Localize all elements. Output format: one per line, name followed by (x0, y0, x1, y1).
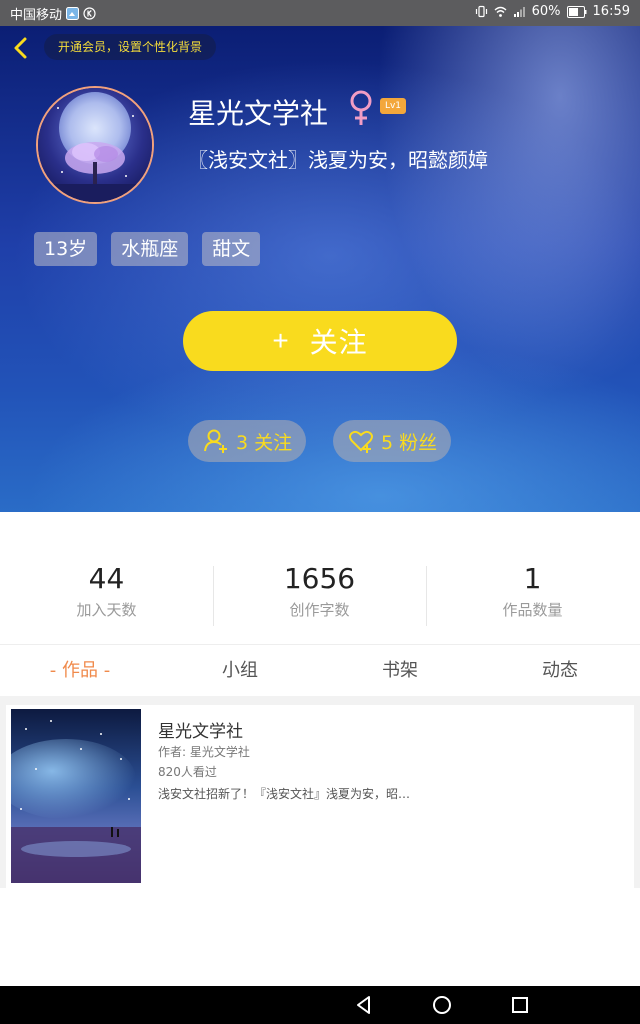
stat-value: 1 (523, 562, 542, 595)
stat-label: 创作字数 (289, 601, 350, 619)
stat-word-count: 1656 创作字数 (213, 562, 426, 620)
recents-square-icon[interactable] (509, 994, 531, 1016)
female-icon (350, 90, 372, 125)
work-title: 星光文学社 (158, 722, 243, 742)
status-right: 60% 16:59 (475, 4, 630, 19)
profile-tabs: - 作品 - 小组 书架 动态 (0, 646, 640, 696)
status-left: 中国移动 (10, 4, 96, 23)
follow-button[interactable]: + 关注 (183, 311, 457, 371)
k-notification-icon (83, 7, 96, 20)
stat-value: 1656 (283, 562, 356, 595)
carrier-name: 中国移动 (10, 8, 63, 23)
profile-signature: 〖浅安文社〗浅夏为安，昭懿颜嫜 (188, 148, 488, 172)
profile-header: 开通会员，设置个性化背景 星光文学社 Lv1 〖浅安文社〗浅夏为安，昭懿颜嫜 1… (0, 26, 640, 512)
stat-works-count: 1 作品数量 (426, 562, 639, 620)
chevron-left-icon[interactable] (10, 36, 32, 60)
back-triangle-icon[interactable] (353, 994, 375, 1016)
tab-bookshelf[interactable]: 书架 (320, 646, 480, 696)
tag-zodiac: 水瓶座 (111, 232, 189, 266)
wifi-icon (494, 6, 507, 17)
signal-icon (513, 7, 525, 17)
divider (0, 644, 640, 645)
following-count: 3 关注 (236, 431, 293, 454)
app-notification-icon (66, 7, 80, 20)
vip-background-prompt[interactable]: 开通会员，设置个性化背景 (44, 34, 217, 60)
stat-value: 44 (88, 562, 125, 595)
work-description: 浅安文社招新了！『浅安文社』浅夏为安，昭… (158, 787, 411, 801)
tab-works[interactable]: - 作品 - (0, 646, 160, 696)
home-circle-icon[interactable] (431, 994, 453, 1016)
tag-age: 13岁 (34, 232, 98, 266)
work-card[interactable]: 星光文学社 作者: 星光文学社 820人看过 浅安文社招新了！『浅安文社』浅夏为… (6, 705, 634, 888)
stat-label: 加入天数 (76, 601, 137, 619)
vibrate-icon (475, 5, 487, 18)
status-bar: 中国移动 60% 16:59 (0, 0, 640, 26)
cover-art (11, 709, 141, 883)
stat-join-days: 44 加入天数 (0, 562, 213, 620)
heart-add-icon (349, 430, 373, 453)
tab-groups[interactable]: 小组 (160, 646, 320, 696)
profile-name: 星光文学社 (188, 97, 329, 130)
fans-button[interactable]: 5 粉丝 (333, 420, 452, 462)
level-badge: Lv1 (380, 98, 406, 114)
tag-genre: 甜文 (202, 232, 261, 266)
stat-label: 作品数量 (502, 601, 563, 619)
user-add-icon (204, 429, 227, 453)
profile-tags: 13岁 水瓶座 甜文 (34, 232, 261, 266)
work-author: 作者: 星光文学社 (158, 745, 250, 759)
fans-count: 5 粉丝 (381, 431, 438, 454)
battery-percent: 60% (531, 4, 561, 19)
tab-activity[interactable]: 动态 (480, 646, 640, 696)
avatar-image (38, 88, 152, 202)
battery-icon (566, 5, 587, 18)
plus-icon: + (272, 325, 290, 356)
following-button[interactable]: 3 关注 (188, 420, 307, 462)
work-cover-image (11, 709, 141, 883)
work-views: 820人看过 (158, 765, 217, 779)
avatar[interactable] (36, 86, 154, 204)
profile-stats: 44 加入天数 1656 创作字数 1 作品数量 (0, 562, 640, 630)
clock: 16:59 (592, 4, 630, 19)
follow-button-label: 关注 (309, 327, 368, 358)
navigation-bar (0, 986, 640, 1024)
